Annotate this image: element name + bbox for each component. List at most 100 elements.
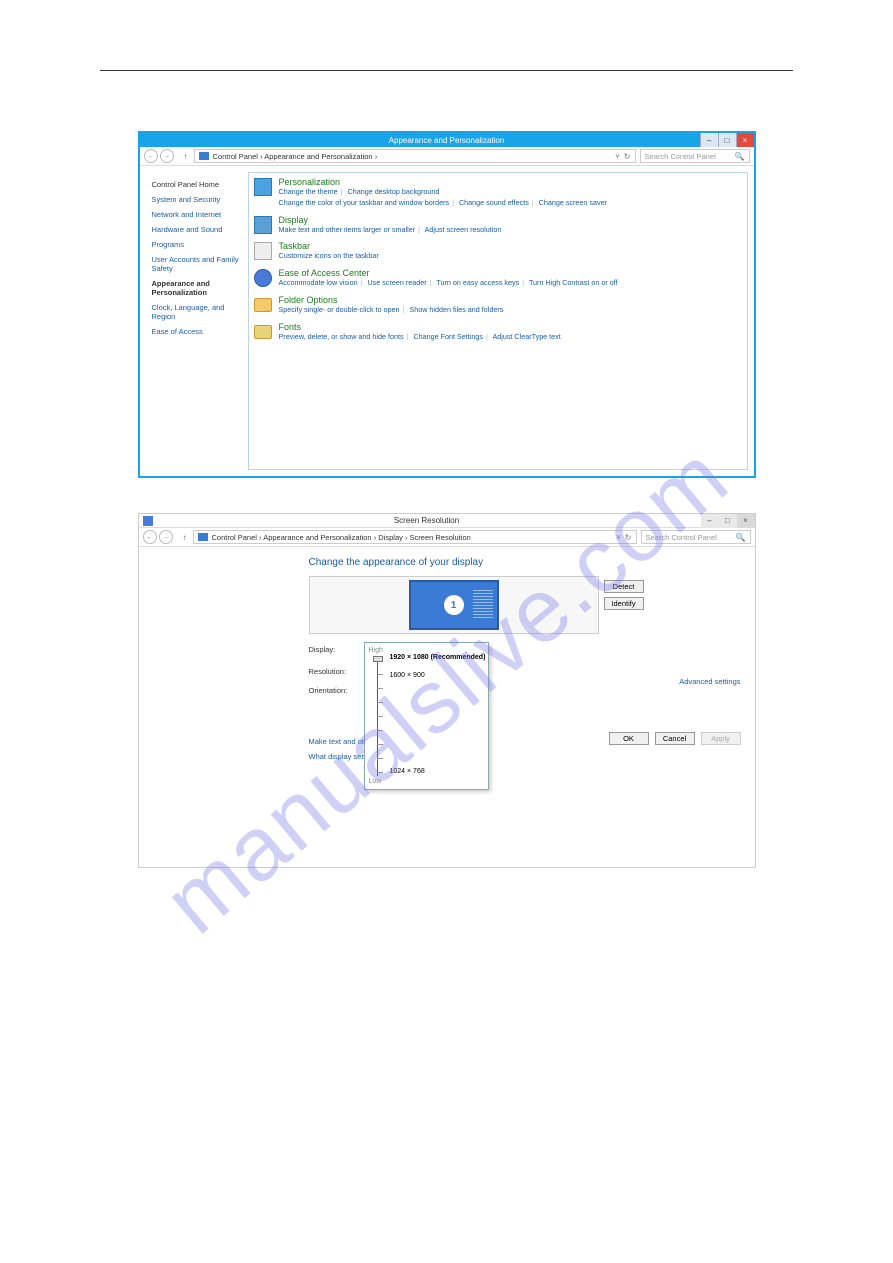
slider-thumb[interactable]	[373, 656, 383, 662]
cancel-button[interactable]: Cancel	[655, 732, 695, 745]
minimize-button[interactable]: –	[700, 133, 718, 147]
label-resolution: Resolution:	[309, 667, 364, 676]
breadcrumb: Control Panel › Appearance and Personali…	[213, 152, 378, 161]
nav-programs[interactable]: Programs	[152, 240, 240, 249]
cat-title[interactable]: Taskbar	[279, 241, 379, 251]
label-display: Display:	[309, 645, 364, 654]
nav-user-accounts[interactable]: User Accounts and Family Safety	[152, 255, 240, 273]
link-change-saver[interactable]: Change screen saver	[539, 198, 607, 207]
heading: Change the appearance of your display	[309, 557, 745, 568]
link-adjust-res[interactable]: Adjust screen resolution	[425, 225, 502, 234]
search-input[interactable]: Search Control Panel 🔍	[641, 530, 751, 544]
cat-ease: Ease of Access Center Accommodate low vi…	[253, 268, 743, 289]
addr-dropdown-icon[interactable]: ˅	[615, 152, 620, 161]
preview-buttons: Detect Identify	[604, 580, 644, 610]
cat-personalization: Personalization Change the theme| Change…	[253, 177, 743, 209]
address-row: ← → ↑ Control Panel › Appearance and Per…	[140, 147, 754, 166]
link-preview-fonts[interactable]: Preview, delete, or show and hide fonts	[279, 332, 404, 341]
resolution-slider[interactable]: 1920 × 1080 (Recommended) 1600 × 900 102…	[377, 656, 484, 776]
back-button[interactable]: ←	[143, 530, 157, 544]
identify-button[interactable]: Identify	[604, 597, 644, 610]
link-cleartype[interactable]: Adjust ClearType text	[492, 332, 560, 341]
link-text-size[interactable]: Make text and other items larger or smal…	[279, 225, 416, 234]
minimize-button[interactable]: –	[701, 514, 719, 528]
link-change-bg[interactable]: Change desktop background	[348, 187, 440, 196]
cat-taskbar: Taskbar Customize icons on the taskbar	[253, 241, 743, 262]
cat-title[interactable]: Fonts	[279, 322, 561, 332]
display-icon	[253, 215, 273, 235]
label-high: High	[369, 647, 484, 654]
address-bar[interactable]: Control Panel › Appearance and Personali…	[193, 530, 637, 544]
search-input[interactable]: Search Control Panel 🔍	[640, 149, 750, 163]
display-preview: 1	[309, 576, 599, 634]
apply-button[interactable]: Apply	[701, 732, 741, 745]
back-button[interactable]: ←	[144, 149, 158, 163]
title-bar: Appearance and Personalization – □ ×	[140, 133, 754, 147]
res-option-3[interactable]: 1024 × 768	[390, 768, 425, 775]
res-option-1[interactable]: 1920 × 1080 (Recommended)	[390, 654, 486, 661]
maximize-button[interactable]: □	[718, 133, 736, 147]
detect-button[interactable]: Detect	[604, 580, 644, 593]
taskbar-icon	[253, 241, 273, 261]
ok-button[interactable]: OK	[609, 732, 649, 745]
folder-icon	[253, 295, 273, 315]
cat-title[interactable]: Display	[279, 215, 502, 225]
link-change-sound[interactable]: Change sound effects	[459, 198, 529, 207]
nav-arrows: ← →	[144, 149, 174, 163]
close-button[interactable]: ×	[737, 514, 755, 528]
cat-folder: Folder Options Specify single- or double…	[253, 295, 743, 316]
close-button[interactable]: ×	[736, 133, 754, 147]
refresh-icon[interactable]: ↻	[624, 152, 631, 161]
forward-button[interactable]: →	[159, 530, 173, 544]
nav-clock[interactable]: Clock, Language, and Region	[152, 303, 240, 321]
page-top-rule	[100, 70, 793, 71]
nav-hardware[interactable]: Hardware and Sound	[152, 225, 240, 234]
up-button[interactable]: ↑	[180, 533, 190, 542]
link-easy-keys[interactable]: Turn on easy access keys	[436, 278, 519, 287]
res-option-2[interactable]: 1600 × 900	[390, 672, 425, 679]
search-icon: 🔍	[735, 152, 745, 161]
monitor-grid-icon	[473, 590, 493, 620]
nav-appearance[interactable]: Appearance and Personalization	[152, 279, 240, 297]
appearance-window: Appearance and Personalization – □ × ← →…	[138, 131, 756, 478]
breadcrumb: Control Panel › Appearance and Personali…	[212, 533, 471, 542]
up-button[interactable]: ↑	[181, 152, 191, 161]
link-change-theme[interactable]: Change the theme	[279, 187, 338, 196]
link-high-contrast[interactable]: Turn High Contrast on or off	[529, 278, 618, 287]
cat-title[interactable]: Folder Options	[279, 295, 504, 305]
search-placeholder: Search Control Panel	[645, 152, 716, 161]
link-taskbar-icons[interactable]: Customize icons on the taskbar	[279, 251, 379, 260]
address-bar[interactable]: Control Panel › Appearance and Personali…	[194, 149, 636, 163]
fonts-icon	[253, 322, 273, 342]
search-placeholder: Search Control Panel	[646, 533, 717, 542]
forward-button[interactable]: →	[160, 149, 174, 163]
link-low-vision[interactable]: Accommodate low vision	[279, 278, 358, 287]
nav-system[interactable]: System and Security	[152, 195, 240, 204]
main-panel: Personalization Change the theme| Change…	[248, 172, 748, 470]
addr-dropdown-icon[interactable]: ˅	[616, 533, 621, 542]
label-orientation: Orientation:	[309, 686, 364, 695]
ease-icon	[253, 268, 273, 288]
address-row: ← → ↑ Control Panel › Appearance and Per…	[139, 528, 755, 547]
nav-ease[interactable]: Ease of Access	[152, 327, 240, 336]
link-font-settings[interactable]: Change Font Settings	[413, 332, 483, 341]
window-icon	[143, 516, 153, 526]
search-icon: 🔍	[736, 533, 746, 542]
cat-links: Change the theme| Change desktop backgro…	[279, 187, 608, 209]
label-low: Low	[369, 778, 484, 785]
cat-title[interactable]: Personalization	[279, 177, 608, 187]
cat-title[interactable]: Ease of Access Center	[279, 268, 618, 278]
nav-network[interactable]: Network and Internet	[152, 210, 240, 219]
cat-fonts: Fonts Preview, delete, or show and hide …	[253, 322, 743, 343]
nav-home[interactable]: Control Panel Home	[152, 180, 240, 189]
maximize-button[interactable]: □	[719, 514, 737, 528]
window-controls: – □ ×	[700, 133, 754, 147]
window-title: Appearance and Personalization	[140, 136, 754, 145]
link-screen-reader[interactable]: Use screen reader	[367, 278, 426, 287]
monitor-thumbnail[interactable]: 1	[409, 580, 499, 630]
link-change-color[interactable]: Change the color of your taskbar and win…	[279, 198, 450, 207]
link-click-open[interactable]: Specify single- or double-click to open	[279, 305, 400, 314]
refresh-icon[interactable]: ↻	[625, 533, 632, 542]
advanced-settings-link[interactable]: Advanced settings	[679, 677, 740, 686]
link-hidden-files[interactable]: Show hidden files and folders	[409, 305, 503, 314]
